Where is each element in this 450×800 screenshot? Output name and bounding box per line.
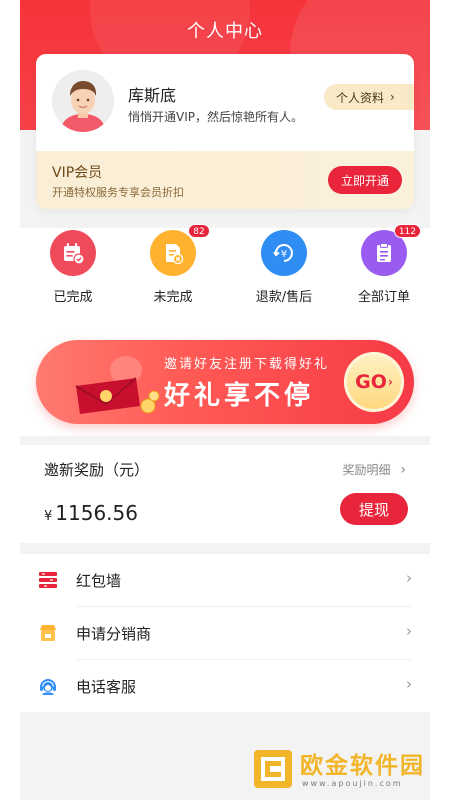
order-incomplete-label: 未完成 xyxy=(153,290,193,305)
currency-symbol: ¥ xyxy=(44,509,53,524)
order-refund-circle: ¥ xyxy=(261,230,307,276)
menu-item-label: 红包墙 xyxy=(76,572,122,590)
avatar[interactable] xyxy=(52,70,114,132)
order-all[interactable]: 112 全部订单 xyxy=(344,224,424,305)
chevron-right-icon: › xyxy=(406,569,412,587)
avatar-icon xyxy=(52,70,114,132)
red-envelope-wall-icon xyxy=(39,572,57,588)
watermark-name: 欧金软件园 xyxy=(300,753,425,779)
banner-go-label: GO xyxy=(355,371,387,393)
username: 库斯底 xyxy=(128,86,177,105)
invite-banner[interactable]: 邀请好友注册下载得好礼 好礼享不停 GO › xyxy=(36,340,414,424)
svg-text:¥: ¥ xyxy=(281,249,287,260)
chevron-right-icon: › xyxy=(406,622,412,640)
vip-subtitle: 开通特权服务专享会员折扣 xyxy=(52,186,184,199)
chevron-right-icon: › xyxy=(387,375,393,389)
profile-subtitle: 悄悄开通VIP，然后惊艳所有人。 xyxy=(128,110,303,124)
menu-item-red-envelope-wall[interactable]: 红包墙 › xyxy=(20,554,430,607)
clipboard-list-icon xyxy=(377,243,391,262)
vip-activate-button[interactable]: 立即开通 xyxy=(328,166,402,194)
gift-envelope-icon xyxy=(75,356,160,414)
reward-amount-value: 1156.56 xyxy=(55,501,138,525)
order-incomplete[interactable]: 82 未完成 xyxy=(133,224,213,305)
menu-item-label: 电话客服 xyxy=(76,678,137,696)
invite-banner-section: 邀请好友注册下载得好礼 好礼享不停 GO › xyxy=(20,308,430,436)
withdraw-button[interactable]: 提现 xyxy=(340,493,408,525)
customer-service-icon xyxy=(40,679,56,695)
order-all-badge: 112 xyxy=(393,224,421,238)
app-screen: 个人中心 库斯底 悄悄开通VIP，然后惊艳所有人。 个人资料 › VIP会员 开… xyxy=(20,0,430,800)
profile-card: 库斯底 悄悄开通VIP，然后惊艳所有人。 个人资料 › VIP会员 开通特权服务… xyxy=(36,54,414,209)
order-all-circle: 112 xyxy=(361,224,421,276)
menu-item-phone-support[interactable]: 电话客服 › xyxy=(20,660,430,713)
menu-item-label: 申请分销商 xyxy=(76,625,152,643)
order-refund[interactable]: ¥ 退款/售后 xyxy=(244,230,324,305)
reward-amount: ¥1156.56 xyxy=(44,501,138,525)
banner-subtitle: 邀请好友注册下载得好礼 xyxy=(164,357,330,372)
calendar-check-icon xyxy=(64,243,85,265)
chevron-right-icon: › xyxy=(406,675,412,693)
vip-title: VIP会员 xyxy=(52,165,103,181)
order-completed[interactable]: 已完成 xyxy=(33,230,113,305)
order-refund-label: 退款/售后 xyxy=(255,290,313,305)
order-all-label: 全部订单 xyxy=(357,290,410,305)
banner-headline: 好礼享不停 xyxy=(164,381,315,411)
order-completed-circle xyxy=(50,230,96,276)
watermark-logo-icon xyxy=(254,750,292,788)
watermark: 欧金软件园 www.apoujin.com xyxy=(252,746,442,794)
banner-go-button[interactable]: GO › xyxy=(344,352,404,412)
invite-reward-section: 邀新奖励（元） 奖励明细 › ¥1156.56 提现 xyxy=(20,445,430,543)
page-title: 个人中心 xyxy=(187,21,263,42)
order-incomplete-circle: 82 xyxy=(150,224,210,276)
shop-icon xyxy=(40,625,56,641)
profile-details-label: 个人资料 xyxy=(336,90,385,105)
watermark-url: www.apoujin.com xyxy=(302,779,403,788)
order-shortcuts: 已完成 82 未完成 ¥ 退款/售后 112 全部订单 xyxy=(20,224,430,308)
vip-membership-band: VIP会员 开通特权服务专享会员折扣 立即开通 xyxy=(36,151,414,209)
profile-details-button[interactable]: 个人资料 › xyxy=(324,84,414,110)
reward-detail-label: 奖励明细 xyxy=(342,463,391,477)
order-incomplete-badge: 82 xyxy=(188,224,210,238)
chevron-right-icon: › xyxy=(400,462,406,478)
menu-list: 红包墙 › 申请分销商 › 电话客服 › xyxy=(20,554,430,712)
reward-detail-link[interactable]: 奖励明细 › xyxy=(343,461,406,478)
document-x-icon xyxy=(166,244,184,265)
reward-title: 邀新奖励（元） xyxy=(44,461,150,479)
refund-yuan-icon: ¥ xyxy=(273,244,293,262)
order-completed-label: 已完成 xyxy=(53,290,93,305)
chevron-right-icon: › xyxy=(390,90,395,104)
menu-item-apply-distributor[interactable]: 申请分销商 › xyxy=(20,607,430,660)
